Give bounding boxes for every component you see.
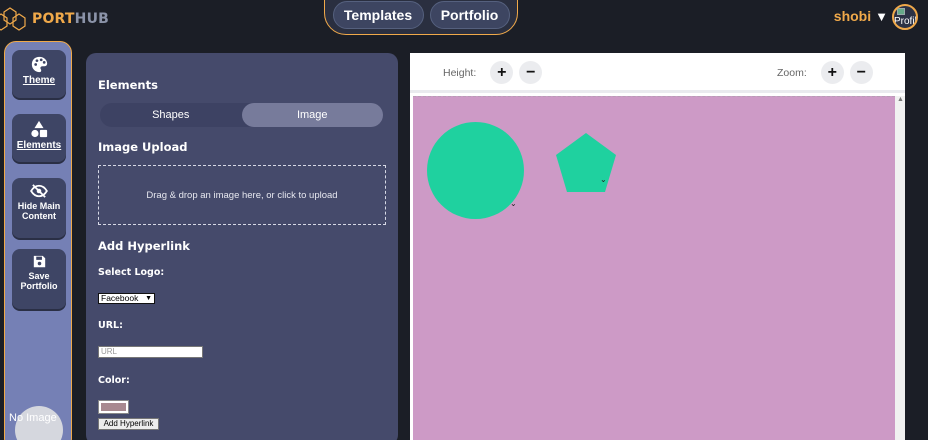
sidebar-item-label: Hide Main Content — [17, 201, 61, 221]
canvas-scrollbar[interactable]: ▲ — [895, 96, 905, 440]
sidebar-item-label: Elements — [16, 140, 62, 151]
nav-templates-button[interactable]: Templates — [332, 1, 424, 29]
logo[interactable]: PORTHUB — [0, 4, 109, 34]
resize-handle[interactable]: ⌄ — [600, 175, 607, 184]
image-upload-heading: Image Upload — [98, 140, 188, 154]
resize-handle[interactable]: ⌄ — [510, 199, 517, 208]
scroll-up-icon[interactable]: ▲ — [897, 96, 904, 103]
sidebar-item-label: Theme — [22, 75, 56, 86]
panel-title: Elements — [98, 78, 158, 92]
zoom-controls: Zoom: + − — [777, 61, 873, 84]
tab-shapes[interactable]: Shapes — [100, 103, 242, 127]
url-input[interactable]: URL — [98, 346, 203, 358]
zoom-in-button[interactable]: + — [820, 61, 844, 84]
height-controls: Height: + − — [443, 61, 543, 84]
image-dropzone[interactable]: Drag & drop an image here, or click to u… — [98, 165, 386, 225]
profile-avatar-alt: Profil — [894, 16, 917, 27]
pentagon-shape[interactable] — [553, 131, 619, 195]
add-hyperlink-button[interactable]: Add Hyperlink — [98, 418, 159, 430]
sidebar-item-elements[interactable]: Elements — [12, 114, 66, 162]
zoom-out-button[interactable]: − — [849, 61, 873, 84]
user-avatar-alt: No Image — [9, 412, 57, 424]
nav-portfolio-button[interactable]: Portfolio — [429, 1, 510, 29]
toolbar-divider — [410, 90, 905, 93]
canvas-area: Height: + − Zoom: + − ⌄ ⌄ ▲ — [410, 53, 905, 440]
element-tabs: Shapes Image — [100, 103, 383, 127]
select-logo-label: Select Logo: — [98, 267, 165, 278]
eye-slash-icon — [12, 184, 66, 198]
height-increase-button[interactable]: + — [490, 61, 514, 84]
zoom-label: Zoom: — [777, 66, 807, 79]
color-label: Color: — [98, 375, 130, 386]
height-label: Height: — [443, 66, 477, 79]
sidebar: Theme Elements Hide Main Content Save Po… — [4, 41, 72, 440]
palette-icon — [12, 56, 66, 73]
tab-image[interactable]: Image — [241, 103, 383, 127]
hexagon-logo-icon — [0, 7, 26, 31]
sidebar-item-save-portfolio[interactable]: Save Portfolio — [12, 249, 66, 309]
user-menu[interactable]: shobi ▼ — [834, 8, 888, 24]
logo-select[interactable]: Facebook ▼ — [98, 293, 155, 304]
broken-image-icon — [897, 8, 905, 15]
main-nav: Templates Portfolio — [324, 0, 518, 35]
user-avatar[interactable]: No Image — [9, 406, 63, 440]
floppy-disk-icon — [12, 255, 66, 268]
portfolio-canvas[interactable]: ⌄ ⌄ — [413, 96, 895, 440]
color-swatch — [101, 403, 126, 411]
username: shobi — [833, 8, 872, 24]
logo-text: PORTHUB — [32, 11, 110, 27]
sidebar-item-theme[interactable]: Theme — [12, 50, 66, 98]
sidebar-item-hide-main-content[interactable]: Hide Main Content — [12, 178, 66, 238]
add-hyperlink-heading: Add Hyperlink — [98, 239, 190, 253]
color-picker[interactable] — [98, 400, 129, 414]
chevron-down-icon: ▼ — [145, 295, 152, 302]
top-bar: PORTHUB Templates Portfolio shobi ▼ Prof… — [0, 0, 928, 40]
profile-avatar[interactable]: Profil — [892, 4, 918, 30]
logo-select-value: Facebook — [101, 293, 139, 303]
elements-panel: Elements Shapes Image Image Upload Drag … — [86, 53, 398, 440]
url-label: URL: — [98, 320, 123, 331]
shapes-icon — [12, 120, 66, 138]
chevron-down-icon[interactable]: ▼ — [875, 9, 888, 24]
sidebar-item-label: Save Portfolio — [20, 271, 58, 291]
height-decrease-button[interactable]: − — [519, 61, 543, 84]
